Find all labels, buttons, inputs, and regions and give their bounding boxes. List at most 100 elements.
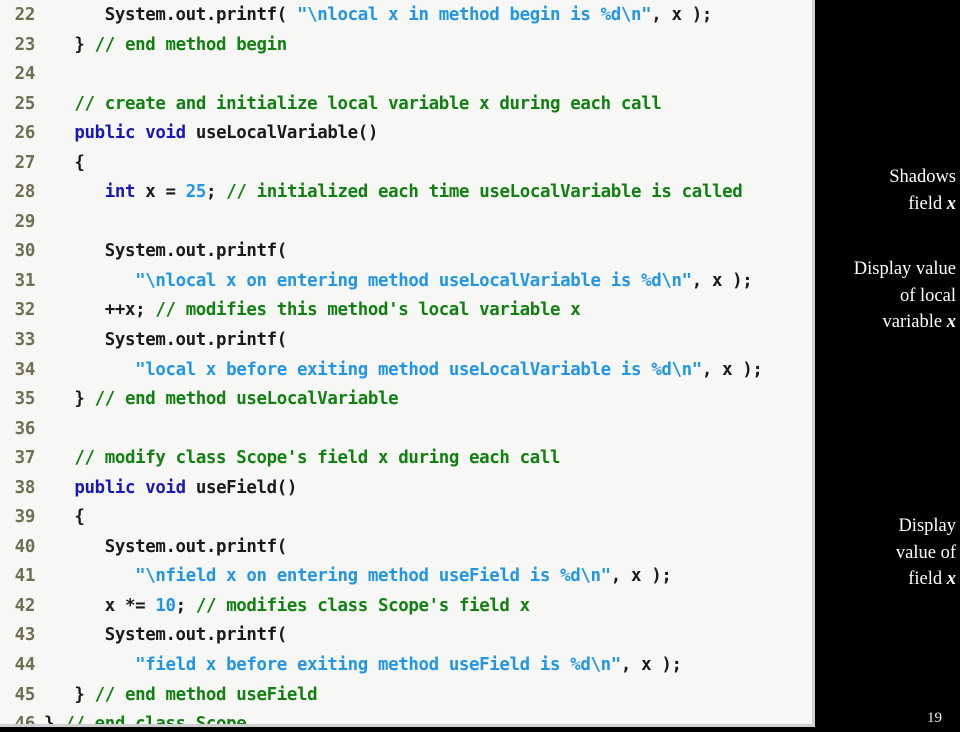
code-line: 42 x *= 10; // modifies class Scope's fi… [0, 592, 812, 622]
code-line-text: } // end method useLocalVariable [44, 385, 812, 415]
code-line-text: System.out.printf( "\nlocal x in method … [44, 1, 812, 31]
code-line: 28 int x = 25; // initialized each time … [0, 178, 812, 208]
code-line: 27 { [0, 149, 812, 179]
code-panel: 22 System.out.printf( "\nlocal x in meth… [0, 0, 815, 727]
code-line: 39 { [0, 503, 812, 533]
code-line-text: "\nfield x on entering method useField i… [44, 562, 812, 592]
code-line-number: 33 [14, 330, 36, 351]
code-token-plain: , x ); [701, 359, 763, 380]
code-line: 37 // modify class Scope's field x durin… [0, 444, 812, 474]
code-token-com: // end method useField [94, 684, 318, 705]
code-token-kw: int [104, 182, 136, 203]
code-line-text: ++x; // modifies this method's local var… [44, 296, 812, 326]
code-token-plain: x *= [44, 595, 156, 616]
code-line-text: System.out.printf( [44, 621, 812, 651]
code-line-number: 28 [14, 182, 36, 203]
code-token-num: 10 [155, 595, 176, 616]
code-line-number: 35 [14, 389, 36, 410]
code-line: 43 System.out.printf( [0, 621, 812, 651]
code-line: 44 "field x before exiting method useFie… [0, 651, 812, 681]
callout-text: Display value [853, 259, 956, 279]
callout-variable-name: x [946, 569, 956, 589]
code-line-number: 22 [14, 5, 36, 25]
code-token-com: // end class Scope [64, 714, 247, 727]
code-listing: 22 System.out.printf( "\nlocal x in meth… [0, 0, 812, 727]
code-line: 41 "\nfield x on entering method useFiel… [0, 562, 812, 592]
code-token-plain: useLocalVariable() [185, 123, 379, 144]
callout-text: Shadows [889, 167, 956, 187]
code-line: 34 "local x before exiting method useLoc… [0, 356, 812, 386]
code-token-plain: { [44, 507, 85, 528]
code-token-plain: , x ); [610, 566, 672, 587]
code-line: 31 "\nlocal x on entering method useLoca… [0, 267, 812, 297]
code-token-com: // modify class Scope's field x during e… [74, 448, 561, 469]
code-token-str: "field x before exiting method useField … [135, 655, 621, 676]
code-line-text: // create and initialize local variable … [44, 90, 812, 120]
code-line-number: 37 [14, 448, 36, 469]
code-token-plain: , x ); [651, 5, 712, 25]
code-token-com: // create and initialize local variable … [74, 93, 662, 114]
code-token-plain: { [44, 152, 85, 173]
code-line-number: 24 [14, 64, 36, 85]
code-token-plain: System.out.printf( [44, 330, 288, 351]
code-line: 23 } // end method begin [0, 31, 812, 61]
code-line-number: 41 [14, 566, 36, 587]
code-line: 35 } // end method useLocalVariable [0, 385, 812, 415]
code-line: 46} // end class Scope [0, 710, 812, 727]
code-line-number: 44 [14, 655, 36, 676]
code-line: 33 System.out.printf( [0, 326, 812, 356]
code-line: 25 // create and initialize local variab… [0, 90, 812, 120]
callout-display-field-value: Display value of field x [818, 513, 956, 593]
code-line-text: "field x before exiting method useField … [44, 651, 812, 681]
code-token-plain: useField() [185, 477, 298, 498]
code-line-number: 31 [14, 270, 36, 291]
code-line-text: int x = 25; // initialized each time use… [44, 178, 812, 208]
code-line: 22 System.out.printf( "\nlocal x in meth… [0, 1, 812, 31]
code-token-com: // initialized each time useLocalVariabl… [226, 182, 743, 203]
code-token-plain: ; [175, 595, 196, 616]
code-line-text: public void useLocalVariable() [44, 119, 812, 149]
code-token-str: "\nlocal x in method begin is %d\n" [297, 5, 652, 25]
code-line: 32 ++x; // modifies this method's local … [0, 296, 812, 326]
callout-text: of local [900, 285, 956, 306]
code-line-text: System.out.printf( [44, 533, 812, 563]
code-line-number: 39 [14, 507, 36, 528]
callout-text: Display [898, 516, 956, 536]
code-token-plain: , x ); [691, 270, 753, 291]
code-line-text: "local x before exiting method useLocalV… [44, 356, 812, 386]
code-token-com: // modifies class Scope's field x [195, 595, 530, 616]
code-line-number: 29 [14, 211, 36, 232]
code-token-plain: , x ); [620, 655, 682, 676]
code-token-com: // modifies this method's local variable… [155, 300, 581, 321]
code-line-number: 32 [14, 300, 36, 321]
code-token-plain: System.out.printf( [44, 241, 288, 262]
code-token-com: // end method useLocalVariable [94, 389, 399, 410]
code-line-text: x *= 10; // modifies class Scope's field… [44, 592, 812, 622]
callout-text: field [908, 569, 947, 589]
callout-variable-name: x [946, 312, 956, 332]
code-line-text: { [44, 149, 812, 179]
code-line-number: 23 [14, 34, 36, 55]
code-line-number: 45 [14, 684, 36, 705]
code-line-number: 27 [14, 152, 36, 173]
code-line: 40 System.out.printf( [0, 533, 812, 563]
code-token-num: 25 [185, 182, 207, 203]
code-line: 29 [0, 208, 812, 238]
code-token-kw: public void [74, 477, 186, 498]
callout-shadows-field-x: Shadows field x [818, 164, 956, 217]
code-token-plain: ; [205, 182, 227, 203]
annotation-rail: Shadows field x Display value of local vari… [818, 0, 960, 732]
code-line: 24 [0, 60, 812, 90]
code-token-plain: System.out.printf( [44, 5, 298, 25]
code-line-text: public void useField() [44, 474, 812, 504]
code-token-plain: } [44, 714, 65, 727]
